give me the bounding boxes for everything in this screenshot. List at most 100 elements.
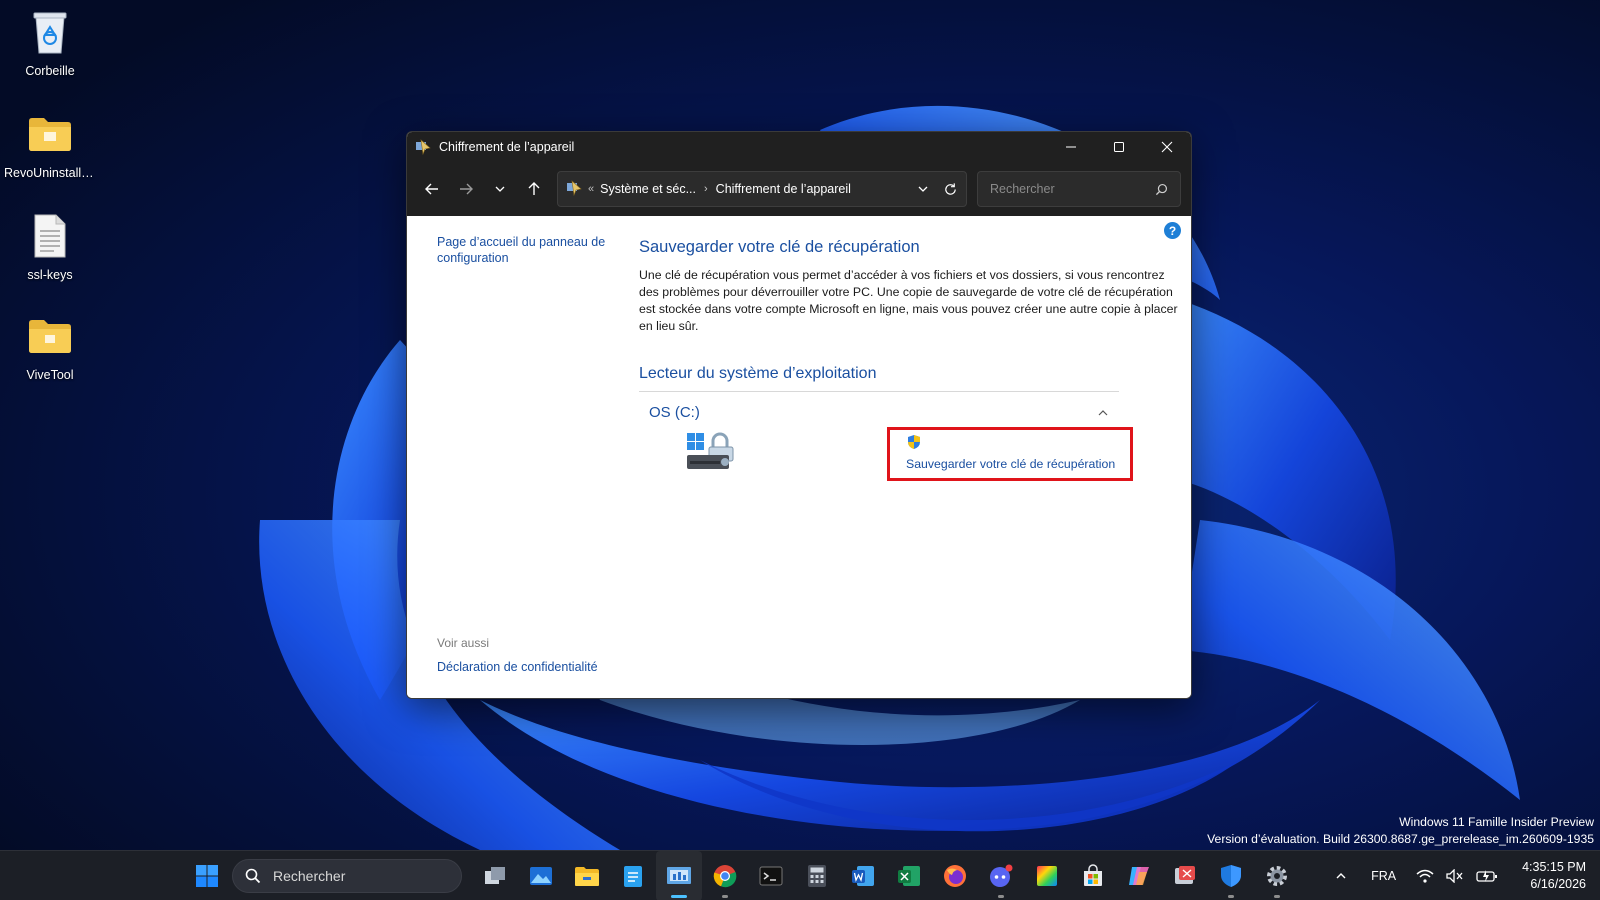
forward-arrow-icon — [460, 183, 473, 195]
chevron-down-icon — [495, 186, 505, 192]
refresh-icon — [945, 182, 956, 195]
privacy-statement-link[interactable]: Déclaration de confidentialité — [437, 660, 598, 674]
chrome-icon — [713, 865, 737, 888]
taskbar: Rechercher FRA 4:35:15 PM 6/16/2026 — [0, 850, 1600, 900]
up-button[interactable] — [517, 172, 551, 206]
breadcrumb-system-security[interactable]: Système et séc... — [600, 182, 696, 196]
maximize-button[interactable] — [1095, 132, 1143, 162]
running-indicator — [671, 895, 687, 898]
maximize-icon — [1114, 142, 1124, 152]
collapse-button[interactable] — [1097, 407, 1109, 419]
photos-icon — [530, 867, 552, 885]
show-hidden-icons-button[interactable] — [1335, 870, 1347, 882]
address-bar[interactable]: « Système et séc... › Chiffrement de l’a… — [557, 171, 967, 207]
snipping-tool-icon — [1175, 866, 1195, 884]
clock-time: 4:35:15 PM — [1522, 860, 1586, 874]
recycle-bin-icon — [4, 6, 96, 58]
backup-recovery-key-link[interactable]: Sauvegarder votre clé de récupération — [906, 457, 1130, 471]
left-pane: Page d’accueil du panneau de configurati… — [437, 234, 607, 266]
desktop-icon-recycle-bin[interactable]: Corbeille — [4, 6, 96, 78]
taskbar-apps: Rechercher — [184, 851, 1300, 900]
taskbar-color-app[interactable] — [1024, 851, 1070, 900]
control-panel-icon — [566, 179, 582, 199]
drive-name: OS (C:) — [649, 404, 700, 421]
watermark-build: Version d’évaluation. Build 26300.8687.g… — [1207, 832, 1594, 846]
control-panel-icon — [415, 139, 431, 155]
insider-watermark: Windows 11 Famille Insider Preview Versi… — [1207, 814, 1594, 848]
breadcrumb-device-encryption[interactable]: Chiffrement de l’appareil — [716, 182, 851, 196]
search-box[interactable] — [977, 171, 1181, 207]
device-encryption-window: Chiffrement de l’appareil « Système et s… — [406, 131, 1192, 699]
taskbar-search[interactable]: Rechercher — [232, 859, 462, 893]
taskbar-calculator[interactable] — [794, 851, 840, 900]
desktop-icon-label: Corbeille — [25, 64, 75, 78]
title-bar[interactable]: Chiffrement de l’appareil — [407, 132, 1191, 162]
terminal-icon — [759, 866, 783, 886]
running-indicator — [1274, 895, 1280, 898]
help-icon[interactable]: ? — [1164, 222, 1181, 239]
battery-charging-icon[interactable] — [1476, 869, 1498, 883]
taskbar-terminal[interactable] — [748, 851, 794, 900]
file-explorer-icon — [575, 867, 599, 886]
taskbar-microsoft-store[interactable] — [1070, 851, 1116, 900]
breadcrumb-overflow[interactable]: « — [588, 183, 594, 195]
forward-button[interactable] — [449, 172, 483, 206]
taskbar-settings[interactable] — [1254, 851, 1300, 900]
minimize-button[interactable] — [1047, 132, 1095, 162]
desktop-icon-vivetool[interactable]: ViveTool — [4, 310, 96, 382]
search-input[interactable] — [990, 182, 1155, 196]
taskbar-excel[interactable] — [886, 851, 932, 900]
desktop-icon-label: ViveTool — [26, 368, 74, 382]
taskbar-chrome[interactable] — [702, 851, 748, 900]
input-language[interactable]: FRA — [1371, 869, 1396, 883]
speaker-muted-icon[interactable] — [1446, 869, 1464, 883]
page-description: Une clé de récupération vous permet d’ac… — [639, 268, 1178, 333]
see-also-section: Voir aussi Déclaration de confidentialit… — [437, 636, 598, 674]
refresh-button[interactable] — [943, 182, 958, 197]
taskbar-word[interactable] — [840, 851, 886, 900]
windows-logo-icon — [196, 865, 218, 887]
taskbar-discord[interactable] — [978, 851, 1024, 900]
recent-locations-button[interactable] — [483, 172, 517, 206]
search-icon[interactable] — [1155, 183, 1168, 196]
desktop-icon-label: ssl-keys — [27, 268, 73, 282]
task-view-icon — [485, 867, 505, 884]
back-button[interactable] — [415, 172, 449, 206]
wifi-icon[interactable] — [1416, 869, 1434, 883]
clock[interactable]: 4:35:15 PM 6/16/2026 — [1522, 859, 1586, 893]
backup-recovery-key-highlight: Sauvegarder votre clé de récupération — [887, 427, 1133, 481]
minimize-icon — [1066, 146, 1076, 148]
desktop-icon-revouninstaller[interactable]: RevoUninstalle... — [4, 108, 96, 180]
taskbar-file-explorer[interactable] — [564, 851, 610, 900]
excel-icon — [898, 866, 920, 886]
main-pane: Sauvegarder votre clé de récupération Un… — [639, 238, 1179, 501]
copilot-icon — [1129, 867, 1149, 885]
chevron-up-icon — [1336, 873, 1346, 879]
drive-header-os-c[interactable]: OS (C:) — [649, 404, 1109, 421]
address-dropdown-button[interactable] — [917, 183, 929, 195]
start-button[interactable] — [184, 851, 230, 900]
taskbar-notepad[interactable] — [610, 851, 656, 900]
chevron-up-icon — [1098, 409, 1108, 415]
chevron-down-icon — [918, 186, 928, 192]
calculator-icon — [808, 865, 826, 887]
task-view-button[interactable] — [472, 851, 518, 900]
taskbar-windows-security[interactable] — [1208, 851, 1254, 900]
navigation-bar: « Système et séc... › Chiffrement de l’a… — [407, 162, 1191, 216]
breadcrumb-separator-icon[interactable]: › — [704, 183, 708, 195]
taskbar-control-panel[interactable] — [656, 851, 702, 900]
system-tray: FRA 4:35:15 PM 6/16/2026 — [1329, 851, 1586, 900]
taskbar-snipping-tool[interactable] — [1162, 851, 1208, 900]
search-icon — [245, 868, 261, 884]
control-panel-home-link[interactable]: Page d’accueil du panneau de configurati… — [437, 234, 607, 266]
desktop-icon-ssl-keys[interactable]: ssl-keys — [4, 210, 96, 282]
control-panel-icon — [667, 867, 691, 884]
taskbar-firefox[interactable] — [932, 851, 978, 900]
store-icon — [1084, 864, 1102, 886]
window-title: Chiffrement de l’appareil — [439, 140, 575, 154]
up-arrow-icon — [528, 182, 540, 195]
taskbar-copilot[interactable] — [1116, 851, 1162, 900]
watermark-edition: Windows 11 Famille Insider Preview — [1399, 815, 1594, 829]
close-button[interactable] — [1143, 132, 1191, 162]
taskbar-photos[interactable] — [518, 851, 564, 900]
